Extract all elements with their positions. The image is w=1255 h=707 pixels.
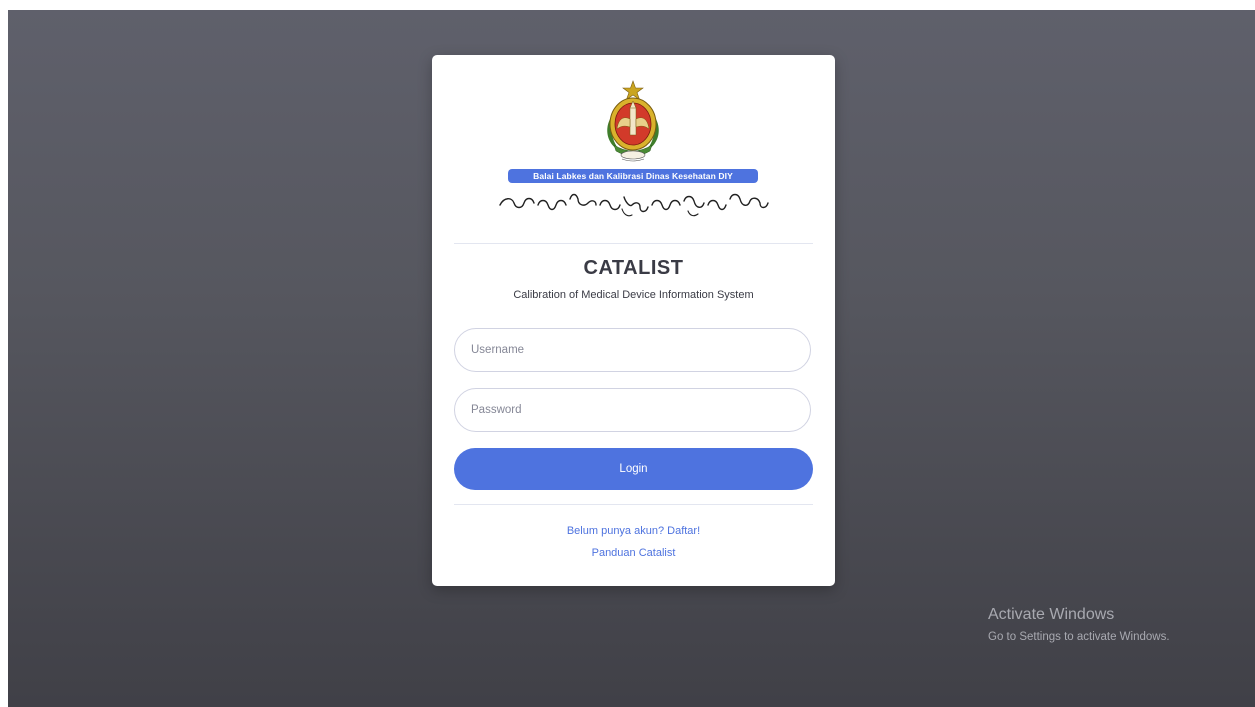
- guide-link[interactable]: Panduan Catalist: [432, 547, 835, 559]
- password-input[interactable]: [454, 388, 811, 432]
- register-link[interactable]: Belum punya akun? Daftar!: [432, 525, 835, 537]
- javanese-script-logotype: [499, 193, 769, 217]
- login-card: Balai Labkes dan Kalibrasi Dinas Kesehat…: [432, 55, 835, 586]
- app-subtitle: Calibration of Medical Device Informatio…: [513, 289, 754, 301]
- activate-windows-title: Activate Windows: [988, 606, 1115, 623]
- login-button[interactable]: Login: [454, 448, 813, 490]
- page-background: Balai Labkes dan Kalibrasi Dinas Kesehat…: [8, 10, 1255, 707]
- header-divider: [454, 243, 813, 244]
- activate-windows-subtitle: Go to Settings to activate Windows.: [988, 631, 1170, 643]
- footer-divider: [454, 504, 813, 505]
- app-title: CATALIST: [583, 257, 684, 279]
- coat-of-arms-icon: [607, 80, 659, 162]
- username-input[interactable]: [454, 328, 811, 372]
- organization-badge: Balai Labkes dan Kalibrasi Dinas Kesehat…: [508, 169, 758, 183]
